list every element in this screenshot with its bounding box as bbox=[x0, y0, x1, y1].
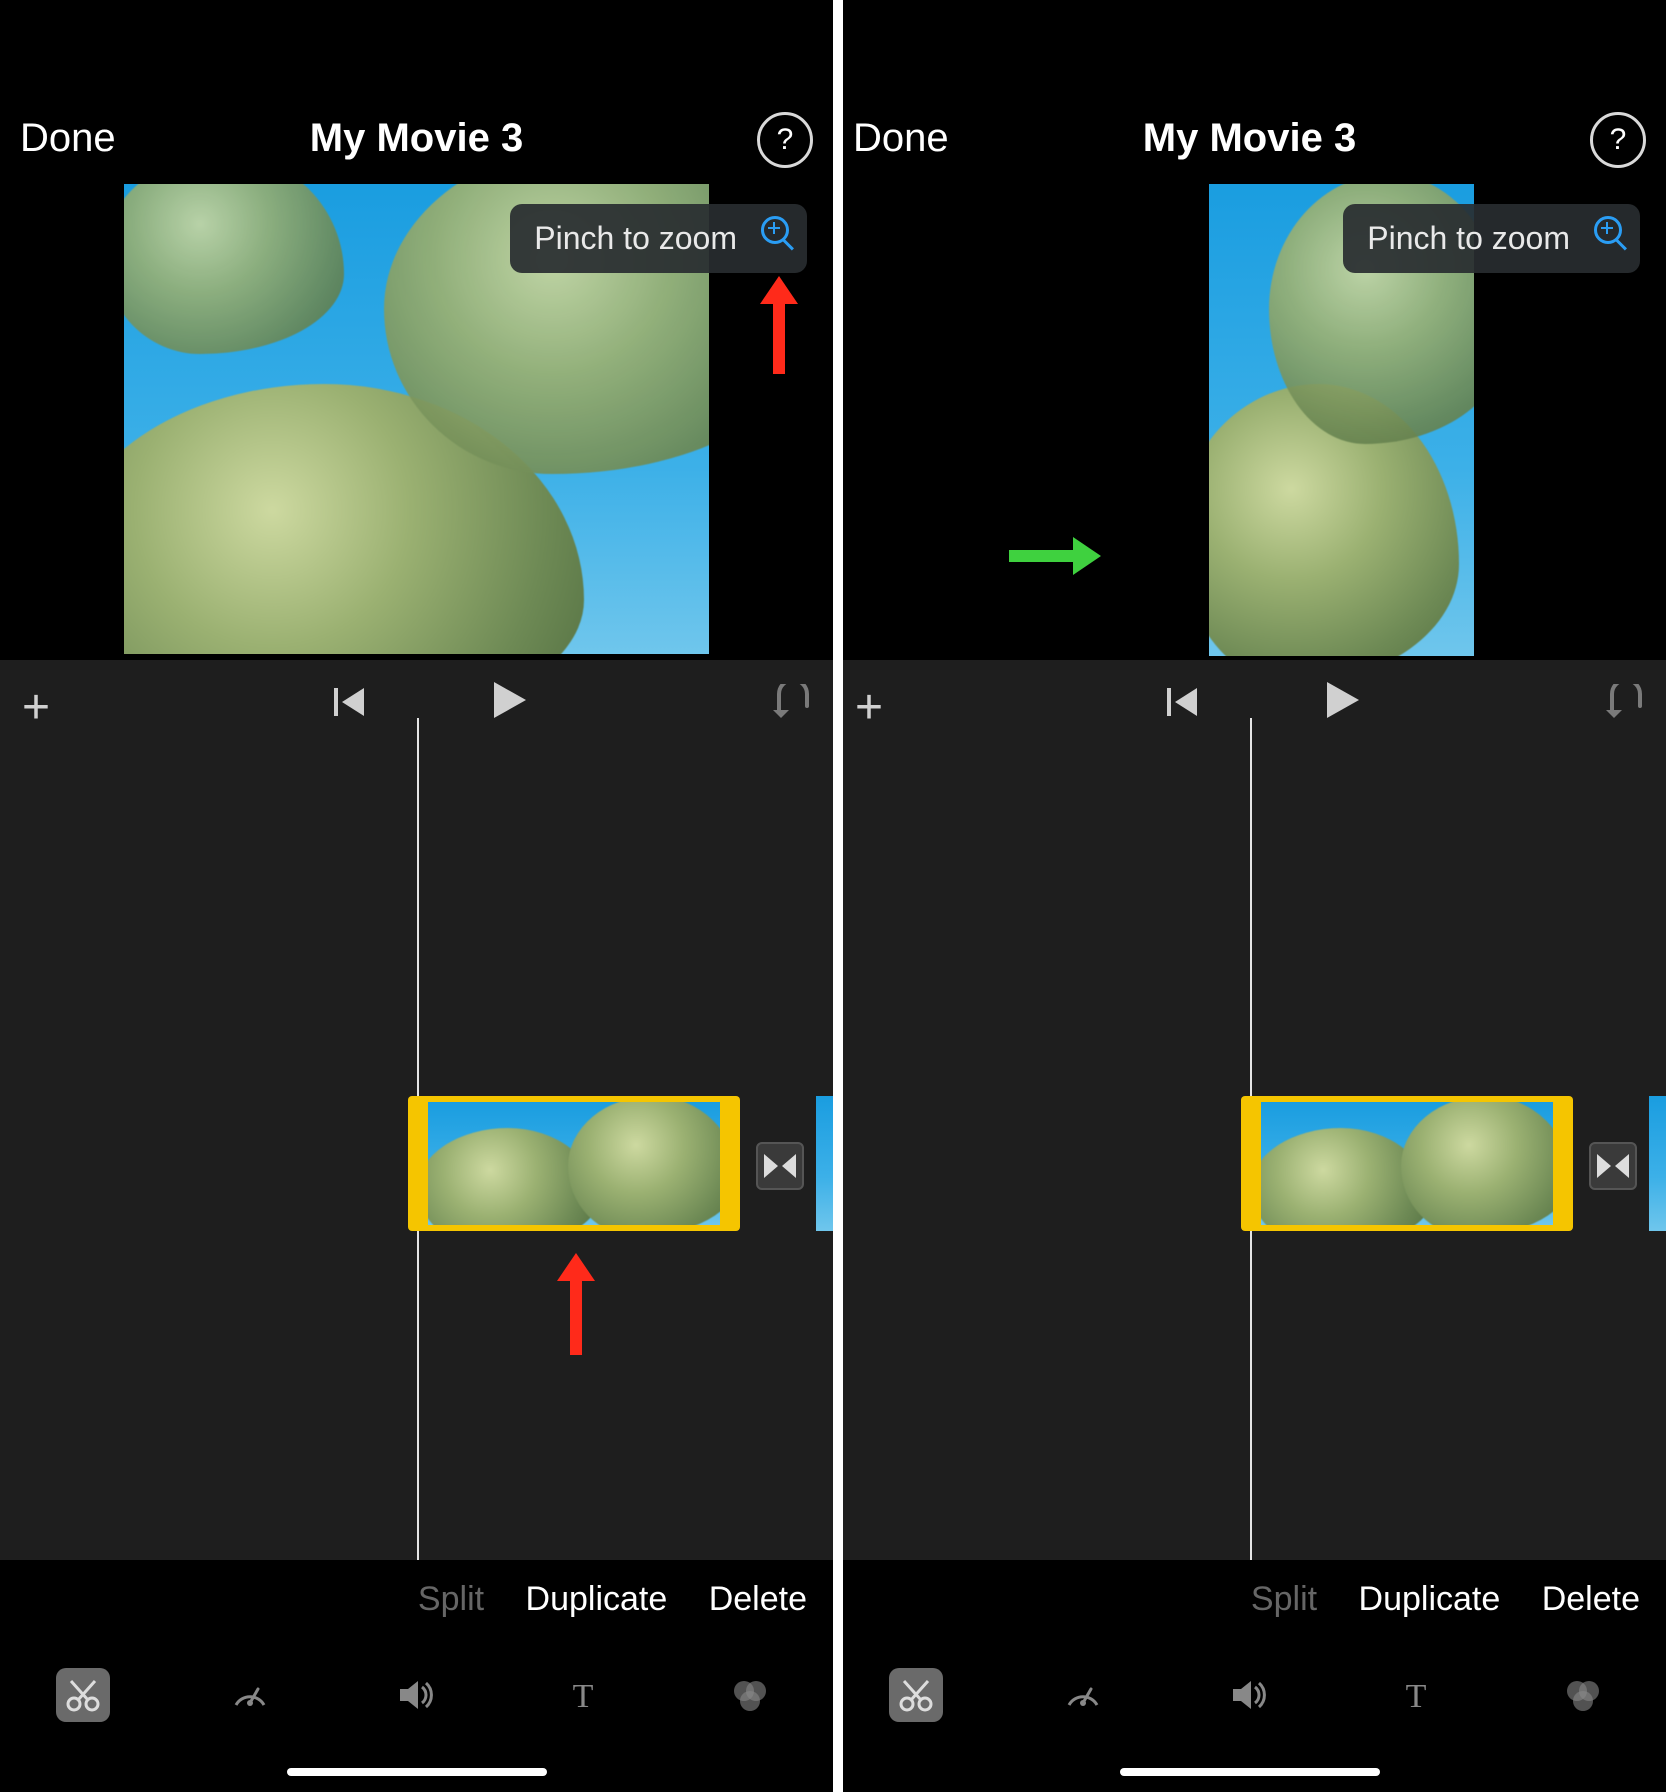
clip-actions: Split Duplicate Delete bbox=[1219, 1580, 1640, 1619]
svg-text:T: T bbox=[573, 1678, 594, 1713]
play-button[interactable] bbox=[1327, 682, 1361, 723]
clip-thumbnails bbox=[428, 1102, 720, 1225]
scissors-icon[interactable] bbox=[889, 1668, 943, 1722]
delete-button[interactable]: Delete bbox=[709, 1580, 807, 1618]
foliage bbox=[1401, 1102, 1553, 1225]
delete-button[interactable]: Delete bbox=[1542, 1580, 1640, 1618]
left-pane: Done My Movie 3 ? Pinch to zoom + bbox=[0, 0, 833, 1792]
next-clip-peek[interactable] bbox=[816, 1096, 834, 1231]
thumb-bg bbox=[816, 1096, 834, 1231]
selected-clip[interactable] bbox=[408, 1096, 740, 1231]
transport-bar: + bbox=[833, 660, 1666, 740]
transition-button[interactable] bbox=[1589, 1142, 1637, 1190]
pane-divider bbox=[833, 0, 843, 1792]
play-button[interactable] bbox=[494, 682, 528, 723]
thumb-bg bbox=[1649, 1096, 1666, 1231]
next-clip-peek[interactable] bbox=[1649, 1096, 1666, 1231]
header: Done My Movie 3 ? bbox=[0, 0, 833, 210]
annotation-arrow bbox=[570, 1275, 582, 1355]
filter-icon[interactable] bbox=[1556, 1668, 1610, 1722]
annotation-arrow bbox=[1009, 550, 1079, 562]
undo-button[interactable] bbox=[1604, 684, 1644, 723]
selected-clip[interactable] bbox=[1241, 1096, 1573, 1231]
speed-icon[interactable] bbox=[223, 1668, 277, 1722]
home-indicator[interactable] bbox=[1120, 1768, 1380, 1776]
speed-icon[interactable] bbox=[1056, 1668, 1110, 1722]
skip-to-start-button[interactable] bbox=[1167, 688, 1199, 721]
preview-viewport[interactable]: Pinch to zoom bbox=[833, 184, 1666, 660]
scissors-icon[interactable] bbox=[56, 1668, 110, 1722]
help-button[interactable]: ? bbox=[1590, 112, 1646, 168]
skip-to-start-button[interactable] bbox=[334, 688, 366, 721]
timeline[interactable] bbox=[833, 740, 1666, 1560]
zoom-in-icon[interactable] bbox=[1592, 214, 1628, 250]
timeline[interactable] bbox=[0, 740, 833, 1560]
annotation-arrow bbox=[773, 298, 785, 374]
undo-button[interactable] bbox=[771, 684, 811, 723]
transition-button[interactable] bbox=[756, 1142, 804, 1190]
volume-icon[interactable] bbox=[1222, 1668, 1276, 1722]
foliage bbox=[568, 1102, 720, 1225]
help-button[interactable]: ? bbox=[757, 112, 813, 168]
header: Done My Movie 3 ? bbox=[833, 0, 1666, 210]
home-indicator[interactable] bbox=[287, 1768, 547, 1776]
tool-tabs: T bbox=[0, 1640, 833, 1750]
preview-viewport[interactable]: Pinch to zoom bbox=[0, 184, 833, 660]
svg-text:T: T bbox=[1406, 1678, 1427, 1713]
zoom-in-icon[interactable] bbox=[759, 214, 795, 250]
right-pane: Done My Movie 3 ? Pinch to zoom + bbox=[833, 0, 1666, 1792]
add-media-button[interactable]: + bbox=[855, 680, 883, 735]
text-icon[interactable]: T bbox=[1389, 1668, 1443, 1722]
text-icon[interactable]: T bbox=[556, 1668, 610, 1722]
add-media-button[interactable]: + bbox=[22, 680, 50, 735]
duplicate-button[interactable]: Duplicate bbox=[1359, 1580, 1501, 1618]
tool-tabs: T bbox=[833, 1640, 1666, 1750]
duplicate-button[interactable]: Duplicate bbox=[526, 1580, 668, 1618]
project-title: My Movie 3 bbox=[833, 116, 1666, 161]
clip-actions: Split Duplicate Delete bbox=[386, 1580, 807, 1619]
split-button[interactable]: Split bbox=[418, 1580, 484, 1618]
transport-bar: + bbox=[0, 660, 833, 740]
split-button[interactable]: Split bbox=[1251, 1580, 1317, 1618]
filter-icon[interactable] bbox=[723, 1668, 777, 1722]
volume-icon[interactable] bbox=[389, 1668, 443, 1722]
clip-thumbnails bbox=[1261, 1102, 1553, 1225]
project-title: My Movie 3 bbox=[0, 116, 833, 161]
